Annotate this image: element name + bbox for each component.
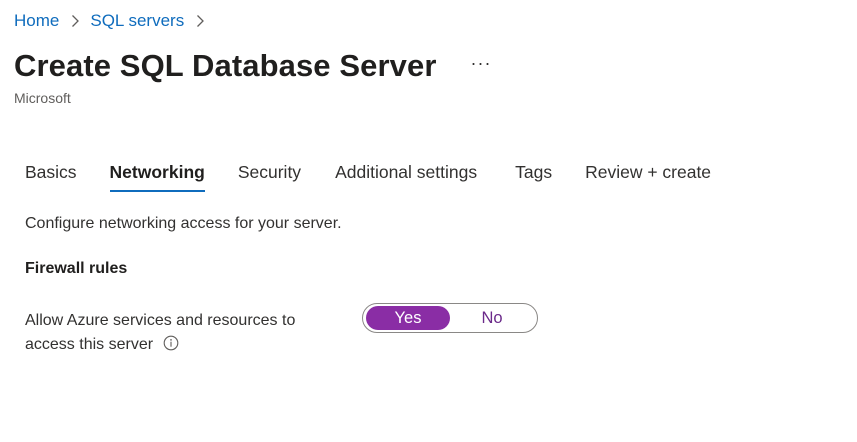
tab-bar: Basics Networking Security Additional se… bbox=[25, 160, 711, 192]
chevron-right-icon bbox=[70, 14, 80, 28]
allow-azure-services-label: Allow Azure services and resources to ac… bbox=[25, 309, 345, 357]
breadcrumb-home-link[interactable]: Home bbox=[14, 9, 59, 33]
tab-networking[interactable]: Networking bbox=[109, 160, 206, 192]
tab-security[interactable]: Security bbox=[238, 160, 301, 192]
networking-description: Configure networking access for your ser… bbox=[25, 215, 342, 232]
toggle-option-no[interactable]: No bbox=[450, 306, 534, 330]
breadcrumb-sql-servers-link[interactable]: SQL servers bbox=[90, 9, 184, 33]
tab-review-create[interactable]: Review + create bbox=[585, 160, 711, 192]
more-options-button[interactable]: ··· bbox=[470, 53, 491, 73]
page-subtitle: Microsoft bbox=[14, 90, 71, 106]
tab-additional-settings[interactable]: Additional settings bbox=[335, 160, 477, 192]
breadcrumb: Home SQL servers bbox=[14, 9, 215, 33]
firewall-rules-heading: Firewall rules bbox=[25, 260, 128, 277]
allow-azure-services-label-line2: access this server bbox=[25, 336, 154, 353]
create-sql-server-page: Home SQL servers Create SQL Database Ser… bbox=[0, 0, 857, 442]
toggle-option-yes[interactable]: Yes bbox=[366, 306, 450, 330]
info-icon[interactable] bbox=[163, 335, 179, 351]
allow-azure-services-toggle: Yes No bbox=[362, 303, 538, 333]
allow-azure-services-label-line1: Allow Azure services and resources to bbox=[25, 312, 296, 329]
chevron-right-icon bbox=[195, 14, 205, 28]
page-title: Create SQL Database Server bbox=[14, 48, 437, 83]
tab-basics[interactable]: Basics bbox=[25, 160, 77, 192]
tab-tags[interactable]: Tags bbox=[515, 160, 552, 192]
title-row: Create SQL Database Server ··· bbox=[14, 46, 491, 86]
